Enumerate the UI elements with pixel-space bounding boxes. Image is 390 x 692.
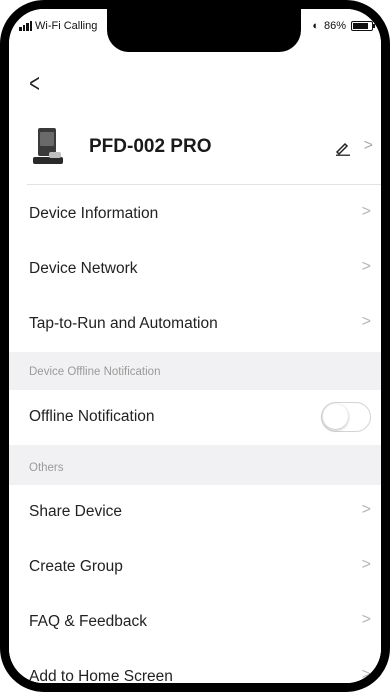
device-header[interactable]: PFD-002 PRO > (9, 119, 381, 181)
screen: Wi-Fi Calling ◐ 86% < PFD-002 PRO > Devi… (9, 9, 381, 683)
offline-notification-toggle[interactable] (321, 402, 371, 432)
device-name: PFD-002 PRO (89, 136, 212, 157)
chevron-right-icon: > (363, 137, 373, 154)
section-header-others: Others (9, 445, 381, 485)
phone-frame: Wi-Fi Calling ◐ 86% < PFD-002 PRO > Devi… (0, 0, 390, 692)
menu-tap-to-run[interactable]: Tap-to-Run and Automation > (9, 297, 381, 352)
chevron-right-icon: > (361, 611, 371, 628)
menu-create-group[interactable]: Create Group > (9, 540, 381, 595)
section-title: Device Offline Notification (29, 366, 161, 378)
chevron-right-icon: > (361, 501, 371, 518)
chevron-right-icon: > (361, 258, 371, 275)
menu-label: Tap-to-Run and Automation (29, 315, 218, 332)
menu-add-to-home-screen[interactable]: Add to Home Screen > (9, 650, 381, 683)
menu-label: Share Device (29, 503, 123, 520)
pet-feeder-icon (33, 128, 63, 164)
menu-label: Device Network (29, 260, 138, 277)
divider (27, 184, 381, 185)
chevron-right-icon: > (361, 313, 371, 330)
pencil-icon[interactable] (335, 140, 351, 156)
chevron-right-icon: > (361, 666, 371, 683)
menu-label: Offline Notification (29, 408, 155, 425)
menu-label: Device Information (29, 205, 159, 222)
menu-faq-feedback[interactable]: FAQ & Feedback > (9, 595, 381, 650)
location-icon: ◐ (312, 20, 319, 32)
section-title: Others (29, 462, 64, 474)
signal-icon (19, 21, 32, 31)
toggle-knob (323, 404, 348, 429)
back-button[interactable]: < (29, 70, 40, 96)
menu-label: FAQ & Feedback (29, 613, 148, 630)
section-header-offline: Device Offline Notification (9, 352, 381, 390)
notch (107, 9, 301, 52)
menu-device-network[interactable]: Device Network > (9, 242, 381, 297)
carrier-text: Wi-Fi Calling (35, 20, 98, 32)
battery-percent: 86% (323, 20, 346, 32)
battery-icon (351, 21, 375, 31)
chevron-right-icon: > (361, 203, 371, 220)
chevron-right-icon: > (361, 556, 371, 573)
menu-label: Add to Home Screen (29, 668, 173, 683)
menu-device-information[interactable]: Device Information > (9, 187, 381, 242)
menu-label: Create Group (29, 558, 123, 575)
menu-share-device[interactable]: Share Device > (9, 485, 381, 540)
offline-notification-row: Offline Notification (9, 390, 381, 445)
